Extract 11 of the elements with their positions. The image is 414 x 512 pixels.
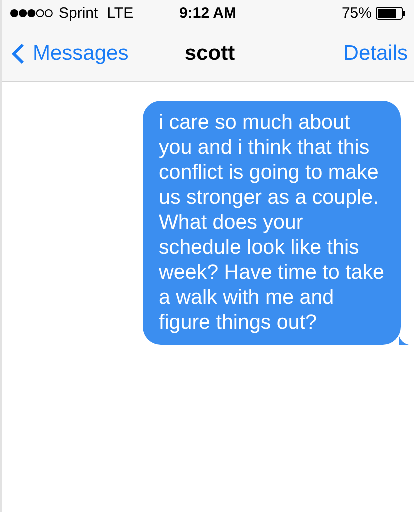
- battery-percent: 75%: [342, 5, 372, 22]
- back-chevron-icon: [12, 43, 25, 65]
- back-link[interactable]: Messages: [12, 42, 185, 66]
- battery-icon: [376, 7, 406, 20]
- details-link[interactable]: Details: [344, 42, 408, 66]
- carrier-name: Sprint: [59, 5, 98, 22]
- conversation-title: scott: [184, 42, 236, 66]
- bubble-tail: [399, 335, 409, 345]
- network-type: LTE: [107, 5, 134, 22]
- signal-icon: [10, 9, 54, 18]
- status-time: 9:12 AM: [180, 5, 236, 22]
